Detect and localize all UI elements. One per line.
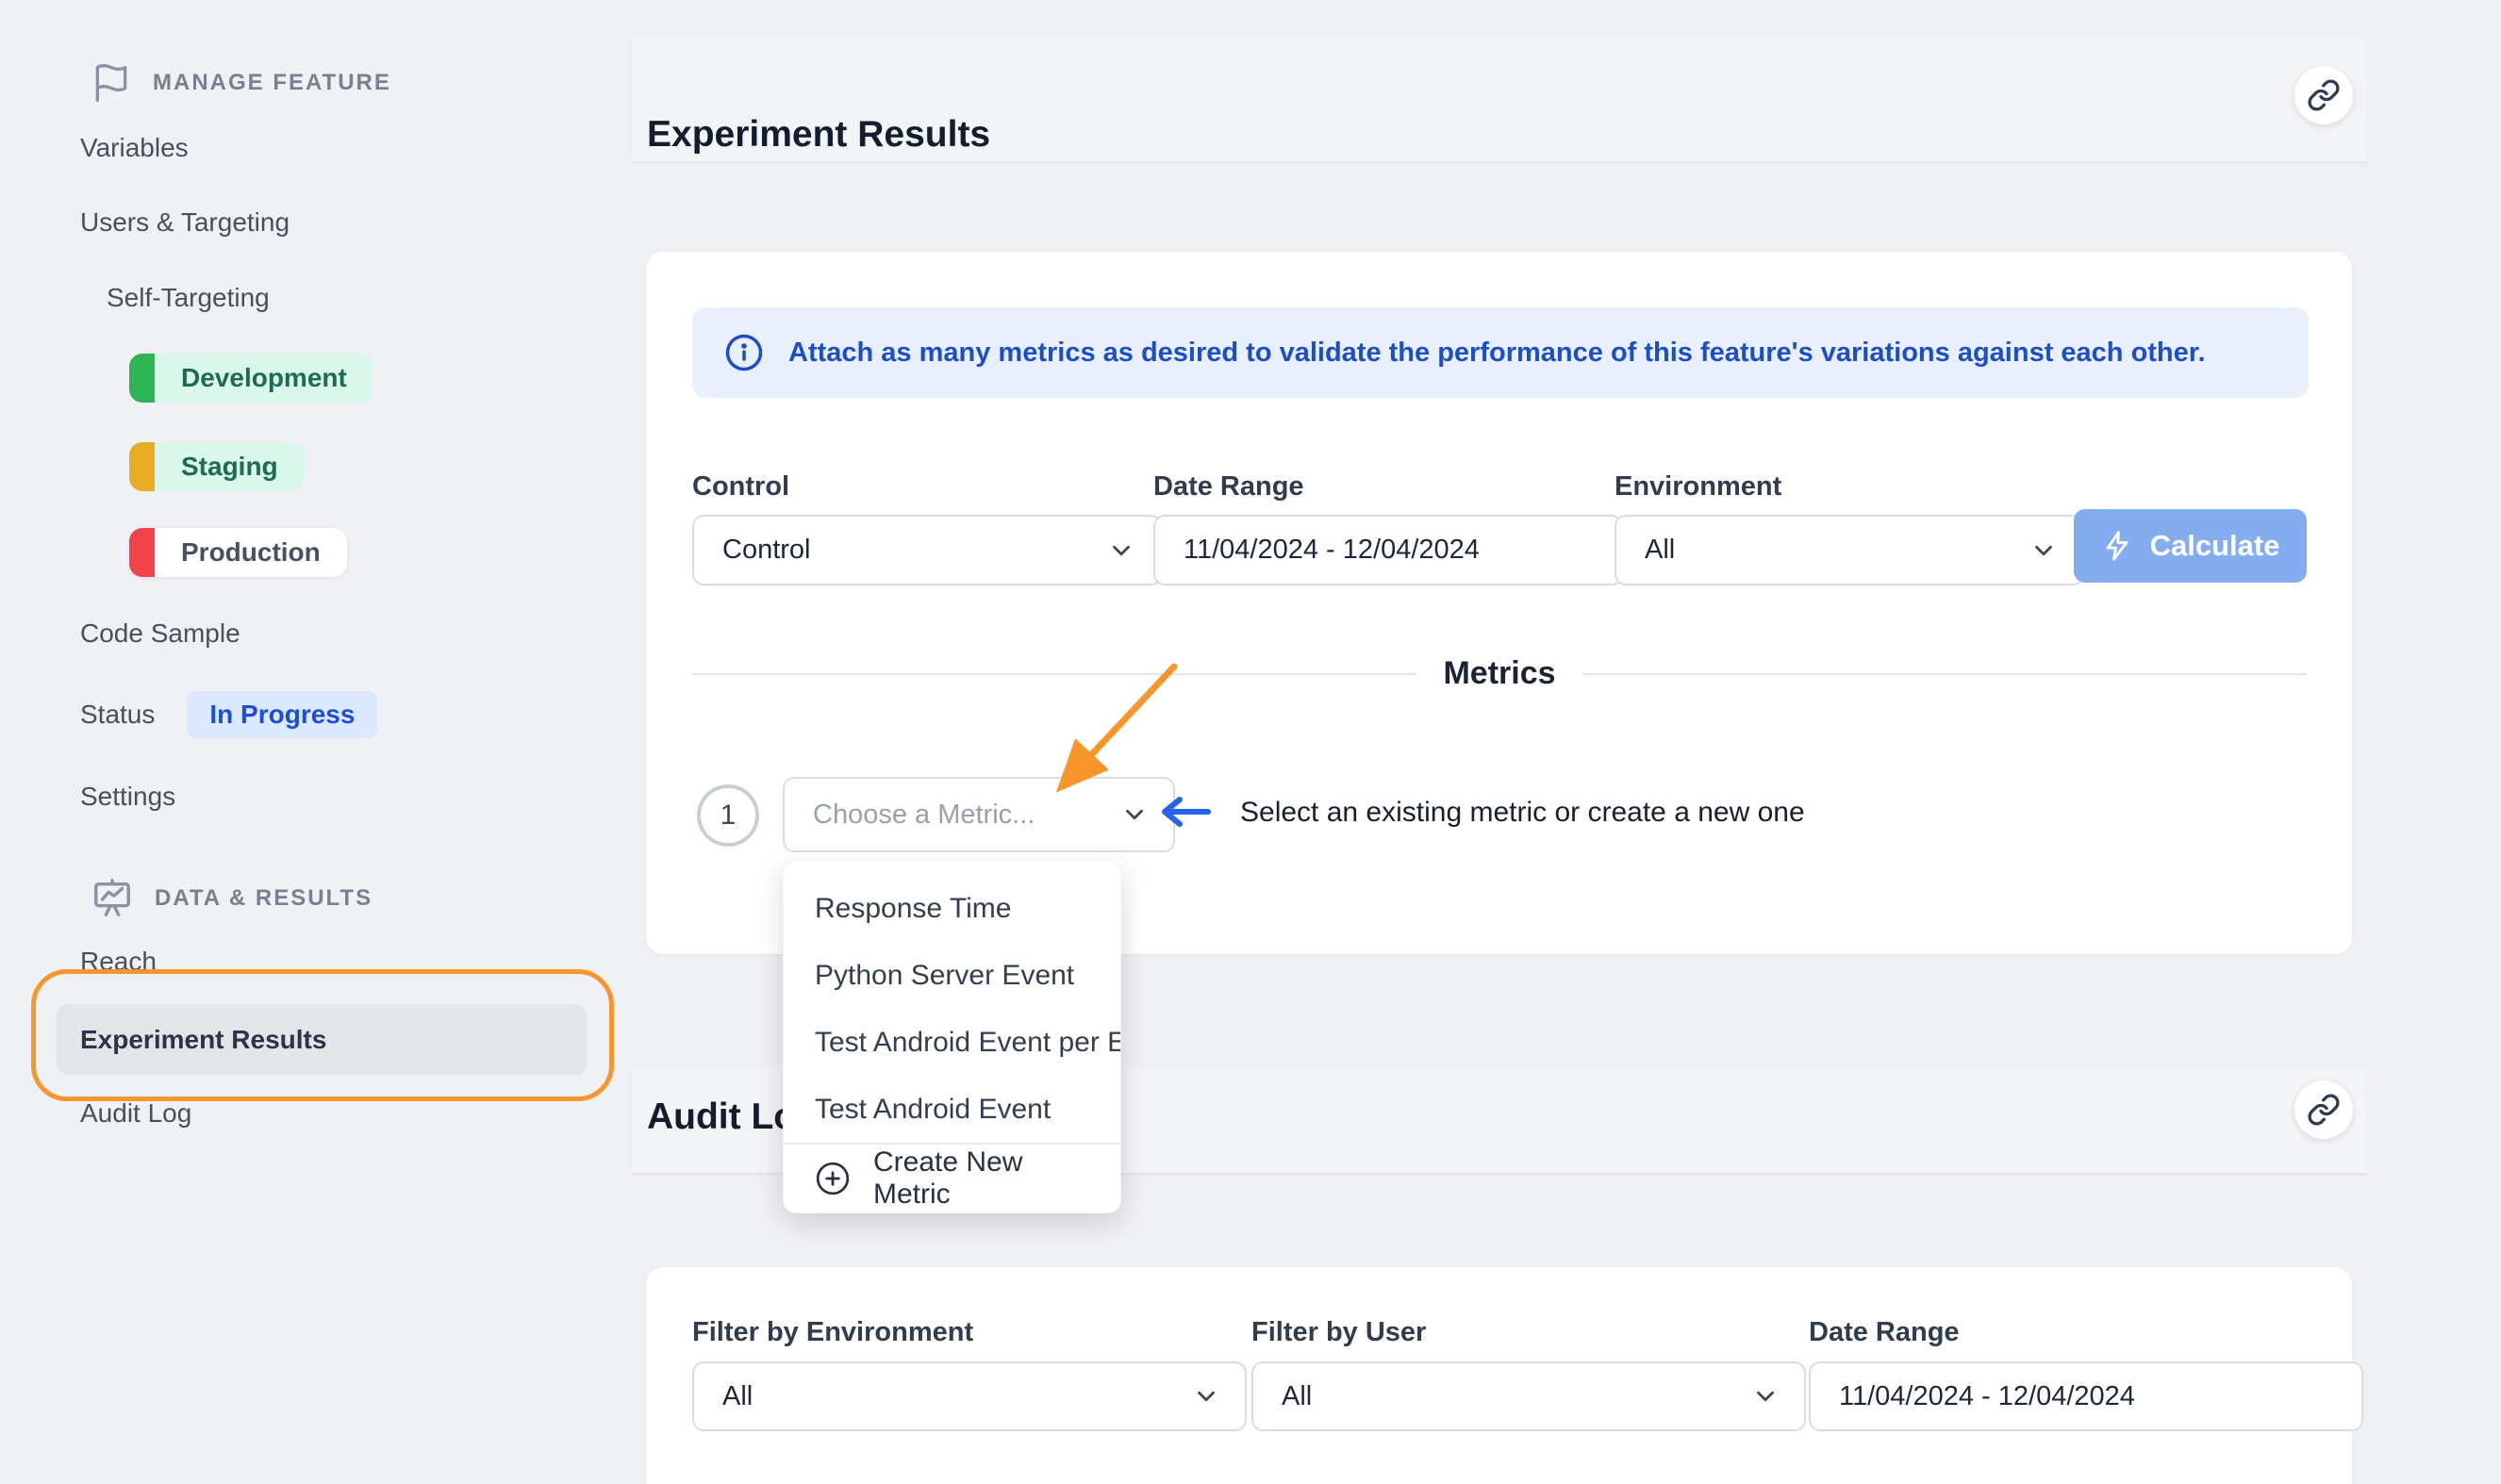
metric-option[interactable]: Test Android Event [784,1076,1120,1143]
link-icon [2307,78,2341,112]
filter-user-value: All [1282,1381,1312,1412]
info-banner-text: Attach as many metrics as desired to val… [788,338,2206,369]
environment-badge-production[interactable]: Production [129,528,347,577]
metric-option[interactable]: Response Time [784,875,1120,942]
sidebar-item-self-targeting[interactable]: Self-Targeting [107,277,270,319]
calculate-button-label: Calculate [2150,529,2280,563]
chevron-down-icon [2029,536,2058,565]
divider-line [692,673,1416,675]
data-results-section-header: DATA & RESULTS [91,877,373,920]
data-results-label: DATA & RESULTS [155,885,373,912]
manage-feature-section-header: MANAGE FEATURE [91,62,391,104]
metric-step-number: 1 [697,784,759,847]
sidebar-item-experiment-results[interactable]: Experiment Results [80,1019,326,1061]
sidebar-item-code-sample[interactable]: Code Sample [80,613,240,654]
environment-select-value: All [1645,535,1675,566]
flag-icon [91,62,132,104]
choose-metric-select[interactable]: Choose a Metric... [783,777,1175,852]
copy-link-button[interactable] [2294,1080,2353,1139]
create-new-metric-option[interactable]: Create New Metric [784,1145,1120,1212]
environment-badge-staging[interactable]: Staging [129,442,305,491]
sidebar-item-users-targeting[interactable]: Users & Targeting [80,202,290,243]
audit-log-filter-card: Filter by Environment Filter by User Dat… [646,1267,2352,1484]
info-banner: Attach as many metrics as desired to val… [692,307,2309,398]
metric-dropdown-menu: Response Time Python Server Event Test A… [783,861,1121,1213]
sidebar-item-settings[interactable]: Settings [80,776,175,817]
date-range-value: 11/04/2024 - 12/04/2024 [1184,535,1480,566]
blue-left-arrow-icon [1155,793,1214,831]
sidebar-item-audit-log[interactable]: Audit Log [80,1093,191,1134]
page-title: Experiment Results [647,114,990,156]
date-range-input[interactable]: 11/04/2024 - 12/04/2024 [1153,515,1623,585]
environment-color-bar [129,528,155,577]
metrics-section-divider: Metrics [692,655,2307,692]
environment-label: Environment [1615,471,1781,503]
filter-environment-value: All [722,1381,753,1412]
copy-link-button[interactable] [2294,66,2353,124]
chevron-down-icon [1192,1382,1220,1410]
metric-helper-text: Select an existing metric or create a ne… [1240,797,1805,829]
plus-circle-icon [815,1161,851,1196]
environment-label: Production [155,537,347,568]
status-label: Status [80,700,155,730]
filter-user-select[interactable]: All [1251,1361,1806,1431]
chevron-down-icon [1120,800,1149,829]
environment-color-bar [129,442,155,491]
filter-date-range-label: Date Range [1809,1317,1960,1348]
control-label: Control [692,471,789,503]
sidebar-item-variables[interactable]: Variables [80,127,189,169]
step-number-text: 1 [720,800,737,832]
metrics-heading: Metrics [1443,655,1555,692]
choose-metric-placeholder: Choose a Metric... [813,800,1035,831]
filter-user-label: Filter by User [1251,1317,1426,1348]
lightning-icon [2101,530,2133,562]
experiment-results-card: Attach as many metrics as desired to val… [646,252,2352,954]
environment-label: Development [155,363,373,393]
environment-color-bar [129,354,155,403]
calculate-button[interactable]: Calculate [2074,509,2307,583]
environment-badge-development[interactable]: Development [129,354,373,403]
environment-select[interactable]: All [1615,515,2084,585]
sidebar: MANAGE FEATURE Variables Users & Targeti… [0,0,632,1484]
manage-feature-label: MANAGE FEATURE [153,70,391,96]
filter-date-range-value: 11/04/2024 - 12/04/2024 [1839,1381,2135,1412]
filter-environment-label: Filter by Environment [692,1317,973,1348]
presentation-chart-icon [91,877,134,920]
filter-environment-select[interactable]: All [692,1361,1247,1431]
app-root: MANAGE FEATURE Variables Users & Targeti… [0,0,2501,1484]
control-select[interactable]: Control [692,515,1162,585]
filter-date-range-input[interactable]: 11/04/2024 - 12/04/2024 [1809,1361,2363,1431]
metric-option[interactable]: Python Server Event [784,942,1120,1009]
divider-line [1582,673,2307,675]
create-new-metric-label: Create New Metric [873,1146,1089,1211]
link-icon [2307,1093,2341,1127]
date-range-label: Date Range [1153,471,1304,503]
control-select-value: Control [722,535,811,566]
metric-option[interactable]: Test Android Event per Ev [784,1009,1120,1076]
status-badge: In Progress [187,691,377,738]
info-icon [724,333,764,372]
experiment-results-header-band: Experiment Results [632,33,2368,163]
chevron-down-icon [1107,536,1135,565]
sidebar-status-row: Status In Progress [80,691,377,738]
sidebar-item-reach[interactable]: Reach [80,941,157,982]
chevron-down-icon [1751,1382,1780,1410]
environment-label: Staging [155,452,305,482]
